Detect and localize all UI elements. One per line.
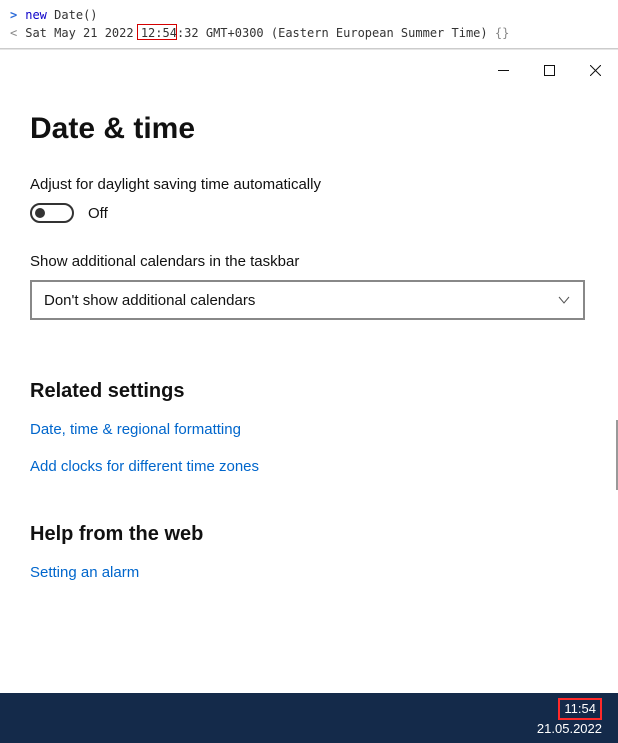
dropdown-value: Don't show additional calendars — [44, 292, 255, 309]
calendars-label: Show additional calendars in the taskbar — [30, 253, 588, 270]
help-heading: Help from the web — [30, 523, 588, 546]
close-button[interactable] — [572, 54, 618, 86]
minimize-button[interactable] — [480, 54, 526, 86]
toggle-knob — [35, 208, 45, 218]
console-output: Sat May 21 2022 12:54:32 GMT+0300 (Easte… — [25, 24, 509, 42]
dst-toggle-state: Off — [88, 205, 108, 222]
taskbar-time: 11:54 — [564, 701, 596, 716]
dst-label: Adjust for daylight saving time automati… — [30, 176, 588, 193]
taskbar-time-highlight: 11:54 — [558, 698, 602, 720]
link-add-clocks[interactable]: Add clocks for different time zones — [30, 458, 588, 475]
devtools-console: > new Date() < Sat May 21 2022 12:54:32 … — [0, 0, 618, 49]
taskbar[interactable]: 11:54 21.05.2022 — [0, 693, 618, 743]
taskbar-date: 21.05.2022 — [537, 721, 602, 736]
window-titlebar — [0, 50, 618, 90]
related-settings-heading: Related settings — [30, 380, 588, 403]
chevron-down-icon — [557, 293, 571, 307]
time-highlight-box — [137, 24, 177, 40]
prompt-out-icon: < — [10, 24, 17, 42]
dst-toggle-row: Off — [30, 203, 588, 223]
link-regional-formatting[interactable]: Date, time & regional formatting — [30, 421, 588, 438]
page-title: Date & time — [30, 112, 588, 146]
settings-window: Date & time Adjust for daylight saving t… — [0, 49, 618, 694]
settings-content: Date & time Adjust for daylight saving t… — [0, 112, 618, 581]
taskbar-clock[interactable]: 11:54 21.05.2022 — [531, 696, 608, 739]
console-input: new Date() — [25, 6, 97, 24]
link-setting-alarm[interactable]: Setting an alarm — [30, 564, 588, 581]
console-output-line: < Sat May 21 2022 12:54:32 GMT+0300 (Eas… — [10, 24, 608, 42]
maximize-button[interactable] — [526, 54, 572, 86]
calendars-dropdown[interactable]: Don't show additional calendars — [30, 280, 585, 320]
console-input-line: > new Date() — [10, 6, 608, 24]
dst-toggle[interactable] — [30, 203, 74, 223]
prompt-in-icon: > — [10, 6, 17, 24]
